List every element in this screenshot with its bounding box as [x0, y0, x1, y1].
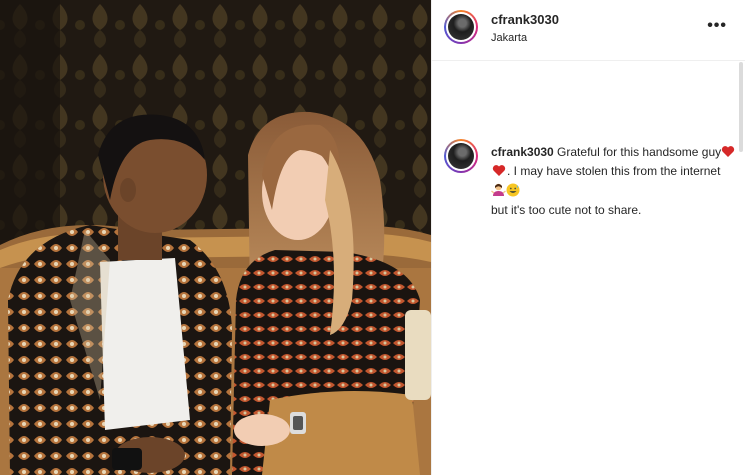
post-header: cfrank3030 Jakarta ••• — [432, 0, 745, 61]
caption-part-1: Grateful for this handsome guy — [553, 145, 722, 159]
caption-part-2: . I may have stolen this from the intern… — [507, 164, 721, 178]
caption-avatar[interactable] — [444, 139, 478, 173]
author-username[interactable]: cfrank3030 — [491, 12, 559, 27]
comments-scrollbar[interactable] — [739, 62, 743, 152]
more-options-icon[interactable]: ••• — [707, 17, 727, 35]
post-location[interactable]: Jakarta — [491, 32, 527, 44]
caption-part-3: but it's too cute not to share. — [491, 203, 642, 217]
post-photo[interactable] — [0, 0, 431, 475]
avatar-image — [448, 14, 474, 40]
avatar-image — [448, 143, 474, 169]
post-side-panel: cfrank3030 Jakarta ••• cfrank3030 Gratef… — [431, 0, 745, 475]
author-avatar[interactable] — [444, 10, 478, 44]
caption-text: cfrank3030 Grateful for this handsome gu… — [491, 144, 736, 219]
caption-comment: cfrank3030 Grateful for this handsome gu… — [432, 61, 745, 217]
caption-username[interactable]: cfrank3030 — [491, 145, 554, 159]
instagram-post: cfrank3030 Jakarta ••• cfrank3030 Gratef… — [0, 0, 745, 475]
grinning-sweat-emoji-icon — [506, 183, 520, 202]
woman-shrugging-emoji-icon — [491, 182, 506, 202]
photo-couple-image — [0, 0, 431, 475]
heart-emoji-icon — [721, 145, 735, 163]
heart-emoji-icon — [491, 164, 507, 182]
